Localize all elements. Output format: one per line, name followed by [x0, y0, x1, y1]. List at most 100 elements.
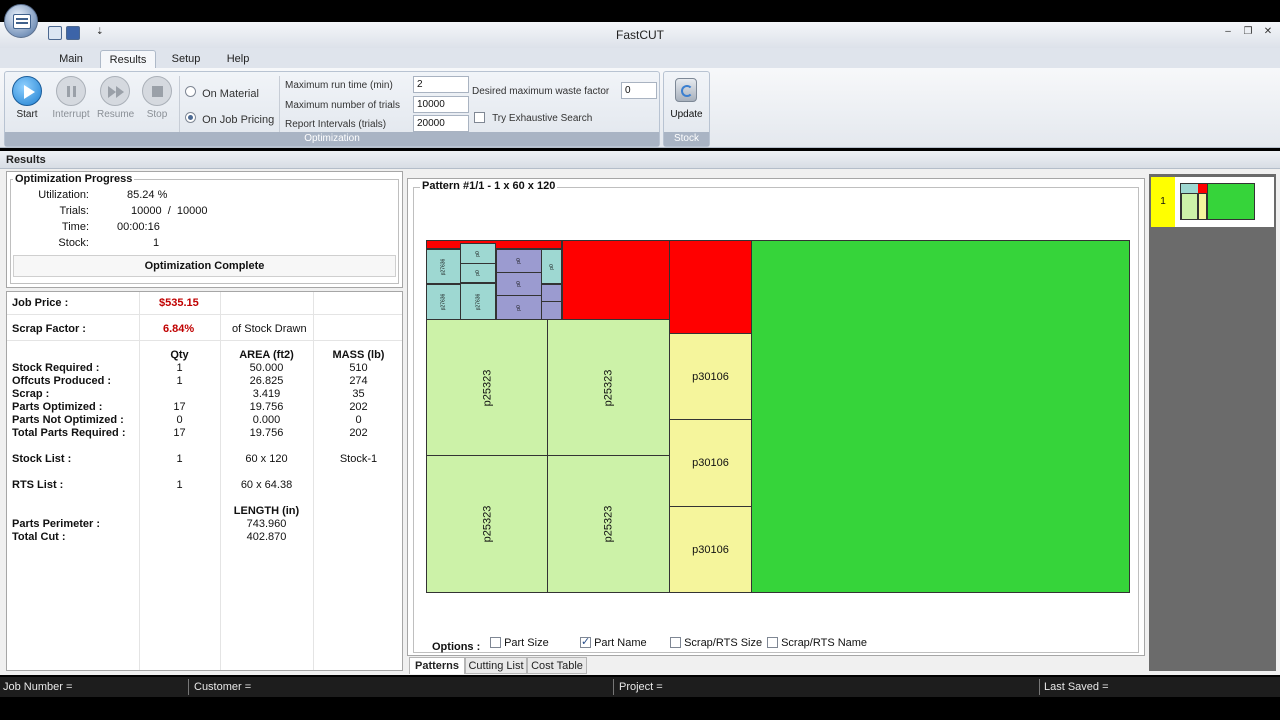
part-small: p0: [496, 272, 542, 296]
interrupt-button[interactable]: Interrupt: [51, 76, 91, 120]
waste-factor-field[interactable]: 0: [621, 82, 657, 99]
checkbox-checked-icon: [580, 635, 591, 648]
scrap-factor-note: of Stock Drawn: [232, 323, 307, 335]
job-number-status: Job Number =: [3, 681, 73, 693]
print-icon[interactable]: [48, 26, 62, 40]
part-small: p0: [541, 249, 562, 284]
checkbox-icon: [474, 112, 485, 123]
stock-list-qty: 1: [176, 453, 183, 465]
stock-value: 1: [153, 237, 160, 249]
scrap-factor-label: Scrap Factor :: [12, 323, 86, 335]
job-price-value: $535.15: [159, 297, 199, 309]
part-p30106: p30106: [669, 506, 752, 593]
update-button[interactable]: [670, 76, 704, 106]
stock-label: Stock:: [58, 237, 89, 249]
tab-cost-table[interactable]: Cost Table: [527, 657, 587, 674]
part-p27636: p27636: [426, 249, 461, 284]
trials-label: Trials:: [59, 205, 89, 217]
max-trials-label: Maximum number of trials: [285, 100, 401, 111]
stock-list-name: Stock-1: [339, 453, 378, 465]
total-cut-value: 402.870: [246, 531, 287, 543]
optimization-status: Optimization Complete: [13, 255, 396, 277]
scrap-piece: [562, 240, 670, 320]
project-status: Project =: [619, 681, 663, 693]
play-icon: [12, 76, 42, 106]
part-p25323: p25323: [547, 455, 670, 593]
report-intervals-label: Report Intervals (trials): [285, 119, 387, 130]
tab-help[interactable]: Help: [216, 50, 260, 68]
pause-icon: [56, 76, 86, 106]
stop-icon: [142, 76, 172, 106]
report-intervals-field[interactable]: 20000: [413, 115, 469, 132]
exhaustive-search-checkbox[interactable]: Try Exhaustive Search: [474, 112, 592, 124]
tab-patterns[interactable]: Patterns: [409, 657, 465, 674]
time-value: 00:00:16: [117, 221, 160, 233]
application-menu-button[interactable]: [4, 4, 38, 38]
part-size-checkbox[interactable]: Part Size: [490, 637, 549, 649]
parts-perimeter-value: 743.960: [246, 518, 287, 530]
app-title: FastCUT: [616, 28, 664, 42]
refresh-icon: [675, 78, 697, 102]
thumbnail-sheet: [1180, 183, 1255, 220]
customer-status: Customer =: [194, 681, 252, 693]
part-p30106: p30106: [669, 419, 752, 507]
stop-label: Stop: [146, 109, 168, 120]
area-header: AREA (ft2): [239, 349, 294, 361]
part-p25323: p25323: [547, 319, 670, 456]
resume-button[interactable]: Resume: [97, 76, 135, 120]
part-name-checkbox[interactable]: Part Name: [580, 635, 647, 649]
rts-list-size: 60 x 64.38: [240, 479, 293, 491]
stop-button[interactable]: Stop: [139, 76, 175, 120]
title-bar: FastCUT ⇣ – ❐ ✕: [0, 22, 1280, 48]
part-p27636: p27636: [460, 283, 496, 320]
max-trials-field[interactable]: 10000: [413, 96, 469, 113]
ribbon-tabs: Main Results Setup Help: [0, 48, 1280, 68]
trials-value: 10000 / 10000: [131, 205, 208, 217]
optimization-group: Start Interrupt Resume Stop On Material: [4, 71, 660, 147]
scrap-factor-value: 6.84%: [163, 323, 195, 335]
fast-forward-icon: [100, 76, 130, 106]
thumbnail-panel: 1: [1149, 174, 1276, 671]
results-header: Results: [0, 151, 1280, 169]
radio-selected-icon: [185, 112, 196, 123]
scrap-size-checkbox[interactable]: Scrap/RTS Size: [670, 637, 762, 649]
start-label: Start: [16, 109, 38, 120]
parts-perimeter-label: Parts Perimeter :: [12, 518, 101, 530]
quick-access-dropdown-icon[interactable]: ⇣: [96, 26, 104, 37]
resume-label: Resume: [97, 109, 135, 120]
optimization-group-label: Optimization: [5, 132, 659, 146]
utilization-label: Utilization:: [38, 189, 89, 201]
interrupt-label: Interrupt: [52, 109, 90, 120]
part-small: p0: [460, 243, 496, 264]
max-run-time-field[interactable]: 2: [413, 76, 469, 93]
checkbox-icon: [767, 637, 778, 648]
thumbnail-number: 1: [1151, 177, 1175, 227]
results-title: Results: [6, 154, 46, 166]
checkbox-icon: [670, 637, 681, 648]
tab-cutting-list[interactable]: Cutting List: [465, 657, 527, 674]
part-small: p0: [460, 263, 496, 283]
checkbox-icon: [490, 637, 501, 648]
part-small: [541, 284, 562, 302]
save-icon[interactable]: [66, 26, 80, 40]
start-button[interactable]: Start: [9, 76, 45, 120]
total-cut-label: Total Cut :: [12, 531, 66, 543]
restore-icon[interactable]: ❐: [1240, 24, 1256, 40]
tab-main[interactable]: Main: [48, 50, 94, 68]
minimize-icon[interactable]: –: [1220, 24, 1236, 40]
utilization-value: 85.24 %: [127, 189, 168, 201]
close-icon[interactable]: ✕: [1260, 24, 1276, 40]
progress-title: Optimization Progress: [13, 173, 135, 185]
stock-group-label: Stock: [664, 132, 709, 146]
time-label: Time:: [61, 221, 89, 233]
on-job-pricing-radio[interactable]: On Job Pricing: [185, 112, 274, 126]
pattern-thumbnail[interactable]: 1: [1151, 177, 1274, 227]
rts-list-qty: 1: [176, 479, 183, 491]
tab-setup[interactable]: Setup: [162, 50, 210, 68]
job-price-label: Job Price :: [12, 297, 69, 309]
radio-icon: [185, 86, 196, 97]
stats-table: Job Price : $535.15 Scrap Factor : 6.84%…: [6, 291, 403, 671]
tab-results[interactable]: Results: [100, 50, 156, 68]
on-material-radio[interactable]: On Material: [185, 86, 259, 100]
scrap-name-checkbox[interactable]: Scrap/RTS Name: [767, 637, 867, 649]
